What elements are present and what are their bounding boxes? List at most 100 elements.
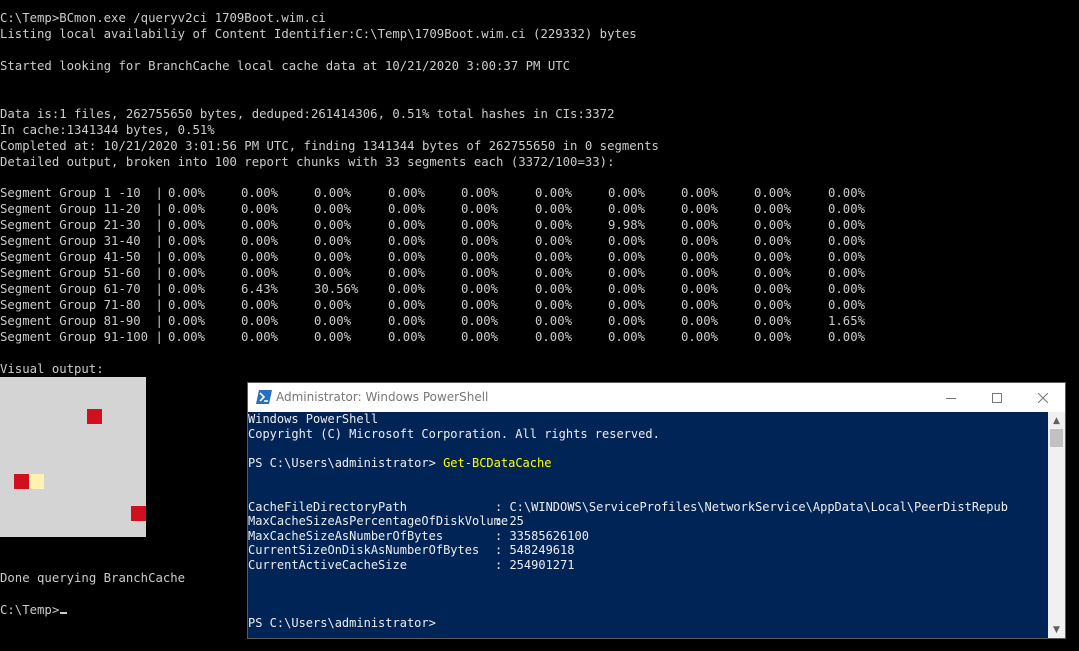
segment-value: 0.00% [681, 186, 719, 200]
segment-value: 30.56% [314, 282, 359, 296]
segment-value: 0.00% [388, 186, 426, 200]
segment-value: 0.00% [241, 266, 279, 280]
segment-value: 0.00% [314, 330, 352, 344]
property-name: MaxCacheSizeAsPercentageOfDiskVolume [248, 514, 509, 529]
segment-group-name: Segment Group 91-100 | [0, 330, 163, 344]
text-cursor [60, 612, 68, 614]
property-list: CacheFileDirectoryPath : C:\WINDOWS\Servi… [248, 500, 1048, 573]
ps-header-line: Copyright (C) Microsoft Corporation. All… [248, 426, 660, 441]
segment-value: 0.00% [754, 234, 792, 248]
segment-value: 0.00% [241, 314, 279, 328]
segment-value: 0.00% [461, 330, 499, 344]
property-value: : 33585626100 [495, 528, 589, 543]
segment-value: 0.00% [681, 298, 719, 312]
segment-value: 0.00% [754, 186, 792, 200]
segment-value: 0.00% [461, 266, 499, 280]
segment-value: 0.00% [168, 282, 206, 296]
scroll-thumb[interactable] [1050, 429, 1063, 447]
segment-value: 0.00% [828, 266, 866, 280]
segment-value: 0.00% [168, 186, 206, 200]
powershell-window[interactable]: Administrator: Windows PowerShell Window… [247, 382, 1066, 639]
segment-value: 0.00% [241, 250, 279, 264]
segment-value: 0.00% [681, 266, 719, 280]
segment-value: 0.00% [828, 218, 866, 232]
segment-value: 0.00% [754, 282, 792, 296]
segment-group-name: Segment Group 81-90 | [0, 314, 163, 328]
segment-value: 0.00% [461, 186, 499, 200]
segment-value: 0.00% [608, 330, 646, 344]
powershell-console[interactable]: Windows PowerShell Copyright (C) Microso… [248, 412, 1048, 638]
minimize-button[interactable] [928, 383, 974, 412]
segment-value: 0.00% [535, 202, 573, 216]
segment-value: 0.00% [754, 202, 792, 216]
segment-value: 0.00% [388, 218, 426, 232]
segment-group-name: Segment Group 41-50 | [0, 250, 163, 264]
segment-value: 0.00% [461, 234, 499, 248]
maximize-button[interactable] [974, 383, 1020, 412]
ps-command: Get-BCDataCache [443, 455, 552, 470]
segment-value: 0.00% [681, 314, 719, 328]
segment-value: 1.65% [828, 314, 866, 328]
segment-value: 0.00% [461, 250, 499, 264]
property-row: CurrentActiveCacheSize: 254901271 [248, 558, 1048, 573]
console-prompt[interactable]: C:\Temp> [0, 602, 68, 618]
segment-value: 0.00% [168, 314, 206, 328]
powershell-icon [256, 390, 272, 404]
segment-value: 0.00% [314, 298, 352, 312]
segment-value: 0.00% [314, 314, 352, 328]
segment-value: 0.00% [681, 330, 719, 344]
console-line: In cache:1341344 bytes, 0.51% [0, 123, 215, 137]
console-line: Listing local availabiliy of Content Ide… [0, 27, 637, 41]
cache-hit-block [131, 506, 146, 521]
segment-value: 0.00% [314, 266, 352, 280]
segment-value: 0.00% [535, 250, 573, 264]
segment-value: 0.00% [535, 298, 573, 312]
segment-value: 0.00% [168, 266, 206, 280]
segment-value: 0.00% [681, 234, 719, 248]
ps-command-line: PS C:\Users\administrator> Get-BCDataCac… [248, 456, 1048, 471]
cache-partial-block [29, 474, 44, 489]
segment-value: 0.00% [241, 202, 279, 216]
segment-group-name: Segment Group 11-20 | [0, 202, 163, 216]
segment-value: 0.00% [828, 202, 866, 216]
visual-output-map [0, 377, 146, 537]
segment-value: 0.00% [168, 234, 206, 248]
segment-value: 0.00% [608, 186, 646, 200]
ps-final-prompt: PS C:\Users\administrator> [248, 616, 436, 631]
segment-value: 0.00% [168, 330, 206, 344]
title-bar[interactable]: Administrator: Windows PowerShell [248, 383, 1065, 412]
segment-value: 0.00% [828, 330, 866, 344]
segment-value: 0.00% [681, 282, 719, 296]
window-title: Administrator: Windows PowerShell [276, 390, 489, 404]
property-value: : 548249618 [495, 543, 575, 558]
visual-output-label: Visual output: [0, 362, 104, 376]
segment-value: 0.00% [754, 298, 792, 312]
console-line: Detailed output, broken into 100 report … [0, 155, 615, 169]
segment-value: 0.00% [388, 250, 426, 264]
property-row: MaxCacheSizeAsNumberOfBytes: 33585626100 [248, 529, 1048, 544]
segment-value: 0.00% [828, 250, 866, 264]
scroll-down-icon[interactable]: ▼ [1048, 621, 1065, 638]
segment-group-name: Segment Group 31-40 | [0, 234, 163, 248]
segment-value: 9.98% [608, 218, 646, 232]
scroll-up-icon[interactable]: ▲ [1048, 412, 1065, 429]
segment-value: 0.00% [608, 266, 646, 280]
segment-value: 0.00% [461, 282, 499, 296]
segment-value: 0.00% [388, 282, 426, 296]
ps-prompt: PS C:\Users\administrator> [248, 455, 444, 470]
segment-value: 0.00% [828, 298, 866, 312]
segment-value: 0.00% [461, 298, 499, 312]
segment-value: 0.00% [608, 282, 646, 296]
property-name: CacheFileDirectoryPath [248, 499, 407, 514]
close-button[interactable] [1020, 383, 1066, 412]
cache-hit-block [14, 474, 29, 489]
segment-value: 0.00% [535, 186, 573, 200]
segment-value: 0.00% [754, 250, 792, 264]
segment-value: 0.00% [314, 202, 352, 216]
property-value: : C:\WINDOWS\ServiceProfiles\NetworkServ… [495, 499, 1008, 514]
vertical-scrollbar[interactable]: ▲ ▼ [1048, 412, 1065, 638]
segment-value: 0.00% [241, 298, 279, 312]
segment-value: 0.00% [314, 186, 352, 200]
